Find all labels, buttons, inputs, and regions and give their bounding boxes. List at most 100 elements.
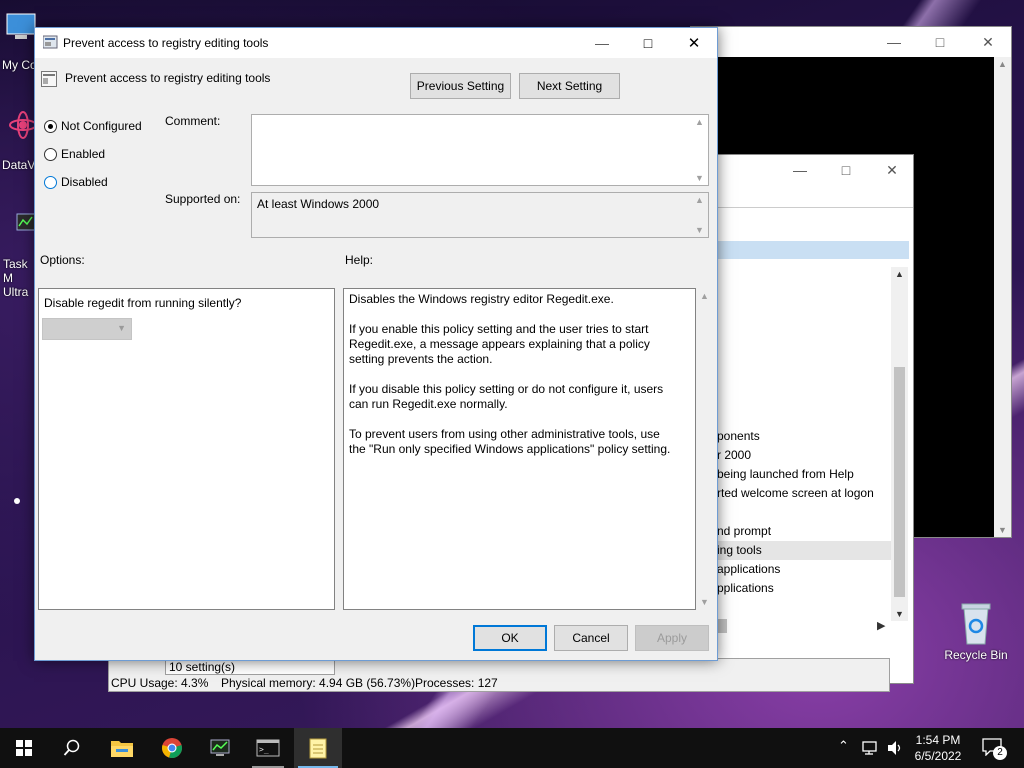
task-manager-statusbar: 10 setting(s) CPU Usage: 4.3% Physical m… bbox=[108, 658, 890, 692]
desktop-icon-label: Task M Ultra bbox=[3, 257, 29, 299]
maximize-icon[interactable]: □ bbox=[823, 155, 869, 185]
vertical-scrollbar[interactable]: ▲ ▼ bbox=[691, 115, 708, 185]
policy-list: ponents r 2000 being launched from Help … bbox=[717, 427, 891, 598]
cancel-button[interactable]: Cancel bbox=[554, 625, 628, 651]
vertical-scrollbar[interactable]: ▲ ▼ bbox=[891, 267, 908, 621]
help-scrollbar[interactable]: ▲ ▼ bbox=[696, 288, 713, 610]
comment-textbox[interactable]: ▲ ▼ bbox=[251, 114, 709, 186]
start-button[interactable] bbox=[0, 728, 48, 768]
taskbar-file-explorer[interactable] bbox=[98, 728, 146, 768]
policy-app-icon bbox=[43, 35, 58, 49]
scroll-right-icon[interactable]: ▶ bbox=[877, 619, 885, 632]
help-paragraph: Disables the Windows registry editor Reg… bbox=[349, 292, 614, 306]
taskbar-chrome[interactable] bbox=[148, 728, 196, 768]
apply-button[interactable]: Apply bbox=[635, 625, 709, 651]
computer-icon bbox=[6, 13, 36, 39]
search-icon bbox=[63, 739, 80, 756]
monitor-chart-icon bbox=[210, 739, 230, 756]
scroll-up-icon[interactable]: ▲ bbox=[691, 193, 708, 207]
chevron-up-icon[interactable]: ⌃ bbox=[838, 738, 849, 754]
status-memory: Physical memory: 4.94 GB (56.73%) bbox=[221, 676, 416, 690]
recycle-bin-icon bbox=[961, 603, 991, 645]
supported-on-label: Supported on: bbox=[165, 192, 241, 206]
close-icon[interactable]: ✕ bbox=[869, 155, 915, 185]
radio-disabled[interactable]: Disabled bbox=[44, 175, 108, 189]
radio-not-configured[interactable]: Not Configured bbox=[44, 119, 142, 133]
maximize-icon[interactable]: □ bbox=[625, 28, 671, 58]
policy-setting-dialog[interactable]: Prevent access to registry editing tools… bbox=[34, 27, 718, 661]
network-icon[interactable] bbox=[862, 740, 880, 756]
notification-count-badge: 2 bbox=[993, 746, 1007, 760]
vertical-scrollbar[interactable]: ▲ ▼ bbox=[994, 57, 1011, 537]
notification-center-button[interactable]: 2 bbox=[982, 738, 1007, 760]
scroll-down-icon[interactable]: ▼ bbox=[994, 525, 1011, 535]
desktop-icon-label: My Co bbox=[2, 58, 37, 72]
taskbar-notepad[interactable] bbox=[294, 728, 342, 768]
background-window-titlebar[interactable]: — □ ✕ bbox=[691, 27, 1011, 57]
scroll-up-icon[interactable]: ▲ bbox=[891, 269, 908, 279]
list-item[interactable]: rted welcome screen at logon bbox=[717, 484, 891, 503]
scroll-down-icon[interactable]: ▼ bbox=[696, 597, 713, 607]
clock-date: 6/5/2022 bbox=[914, 749, 962, 763]
desktop-icon-label: Recycle Bin bbox=[944, 648, 1008, 662]
scroll-up-icon[interactable]: ▲ bbox=[994, 59, 1011, 69]
atom-icon bbox=[9, 111, 37, 139]
option-dropdown[interactable]: ▼ bbox=[42, 318, 132, 340]
radio-enabled[interactable]: Enabled bbox=[44, 147, 105, 161]
clock[interactable]: 1:54 PM 6/5/2022 bbox=[906, 732, 970, 764]
next-setting-button[interactable]: Next Setting bbox=[519, 73, 620, 99]
radio-button[interactable] bbox=[44, 175, 57, 189]
list-item[interactable]: applications bbox=[717, 560, 891, 579]
scroll-up-icon[interactable]: ▲ bbox=[696, 291, 713, 301]
list-item[interactable]: ponents bbox=[717, 427, 891, 446]
list-item[interactable]: being launched from Help bbox=[717, 465, 891, 484]
option-question: Disable regedit from running silently? bbox=[44, 296, 242, 310]
list-item[interactable]: nd prompt bbox=[717, 522, 891, 541]
help-panel: Disables the Windows registry editor Reg… bbox=[343, 288, 696, 610]
windows-logo-icon bbox=[16, 740, 32, 756]
list-item-selected[interactable]: ing tools bbox=[717, 541, 891, 560]
scroll-thumb[interactable] bbox=[894, 367, 905, 597]
policy-setting-icon bbox=[41, 71, 57, 87]
radio-label: Disabled bbox=[61, 175, 108, 189]
vertical-scrollbar[interactable]: ▲ ▼ bbox=[691, 193, 708, 237]
monitor-chart-icon bbox=[16, 213, 36, 231]
minimize-icon[interactable]: — bbox=[579, 28, 625, 58]
previous-setting-button[interactable]: Previous Setting bbox=[410, 73, 511, 99]
folder-icon bbox=[111, 741, 133, 757]
help-label: Help: bbox=[345, 253, 374, 267]
options-label: Options: bbox=[40, 253, 85, 267]
supported-on-textbox[interactable]: At least Windows 2000 ▲ ▼ bbox=[251, 192, 709, 238]
options-panel: Disable regedit from running silently? ▼ bbox=[38, 288, 335, 610]
taskbar-command-prompt[interactable]: >_ bbox=[244, 728, 292, 768]
close-icon[interactable]: ✕ bbox=[965, 27, 1011, 57]
scroll-down-icon[interactable]: ▼ bbox=[691, 171, 708, 185]
chrome-icon bbox=[162, 738, 182, 758]
desktop-icon-recycle-bin[interactable]: Recycle Bin bbox=[938, 600, 1014, 662]
radio-label: Not Configured bbox=[61, 119, 142, 133]
close-icon[interactable]: ✕ bbox=[671, 28, 717, 58]
status-processes: Processes: 127 bbox=[415, 676, 498, 690]
radio-button[interactable] bbox=[44, 147, 57, 161]
volume-icon[interactable] bbox=[886, 740, 904, 756]
search-button[interactable] bbox=[48, 728, 96, 768]
taskbar-task-manager[interactable] bbox=[196, 728, 244, 768]
status-cpu: CPU Usage: 4.3% bbox=[111, 676, 209, 690]
notepad-icon bbox=[309, 738, 327, 759]
scroll-down-icon[interactable]: ▼ bbox=[691, 223, 708, 237]
scroll-up-icon[interactable]: ▲ bbox=[691, 115, 708, 129]
radio-button[interactable] bbox=[44, 119, 57, 133]
desktop-icon-label: DataV bbox=[2, 158, 36, 172]
minimize-icon[interactable]: — bbox=[871, 27, 917, 57]
list-item[interactable]: pplications bbox=[717, 579, 891, 598]
dialog-titlebar[interactable]: Prevent access to registry editing tools… bbox=[35, 28, 717, 58]
help-paragraph: If you disable this policy setting or do… bbox=[349, 382, 664, 411]
ok-button[interactable]: OK bbox=[473, 625, 547, 651]
list-item[interactable]: r 2000 bbox=[717, 446, 891, 465]
minimize-icon[interactable]: — bbox=[777, 155, 823, 185]
list-header-highlight bbox=[701, 241, 909, 259]
maximize-icon[interactable]: □ bbox=[917, 27, 963, 57]
scroll-down-icon[interactable]: ▼ bbox=[891, 609, 908, 619]
help-paragraph: If you enable this policy setting and th… bbox=[349, 322, 650, 366]
